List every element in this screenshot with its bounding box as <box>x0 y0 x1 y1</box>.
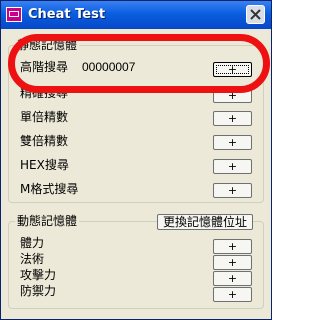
dynamic-memory-group-label: 動態記憶體 <box>15 213 80 229</box>
double-precision-plus-button[interactable]: + <box>213 135 252 150</box>
cheat-test-window: Cheat Test 靜態記憶體 高階搜尋 00000007 + 精確搜尋 + … <box>0 0 272 320</box>
exact-search-label: 精確搜尋 <box>20 86 69 100</box>
exact-search-plus-button[interactable]: + <box>213 88 252 103</box>
advanced-search-plus-button[interactable]: + <box>213 62 252 77</box>
m-format-search-plus-button[interactable]: + <box>213 183 252 198</box>
window-title: Cheat Test <box>28 7 106 22</box>
mp-plus-button[interactable]: + <box>213 255 252 270</box>
advanced-search-value: 00000007 <box>82 60 136 74</box>
title-bar[interactable]: Cheat Test <box>1 1 271 29</box>
static-memory-group-label: 靜態記憶體 <box>15 37 80 53</box>
single-precision-label: 單倍精數 <box>20 110 69 124</box>
attack-plus-button[interactable]: + <box>213 271 252 286</box>
hp-label: 體力 <box>20 236 45 250</box>
double-precision-label: 雙倍精數 <box>20 134 69 148</box>
close-button[interactable] <box>246 5 265 24</box>
close-icon <box>250 9 261 20</box>
defense-plus-button[interactable]: + <box>213 287 252 302</box>
app-icon <box>6 7 22 22</box>
m-format-search-label: M格式搜尋 <box>20 182 79 196</box>
attack-label: 攻擊力 <box>20 268 57 282</box>
hex-search-label: HEX搜尋 <box>20 158 69 172</box>
hex-search-plus-button[interactable]: + <box>213 159 252 174</box>
change-memory-address-button[interactable]: 更換記憶體位址 <box>157 214 253 230</box>
advanced-search-label: 高階搜尋 <box>20 60 69 74</box>
single-precision-plus-button[interactable]: + <box>213 111 252 126</box>
defense-label: 防禦力 <box>20 284 57 298</box>
hp-plus-button[interactable]: + <box>213 239 252 254</box>
mp-label: 法術 <box>20 252 45 266</box>
